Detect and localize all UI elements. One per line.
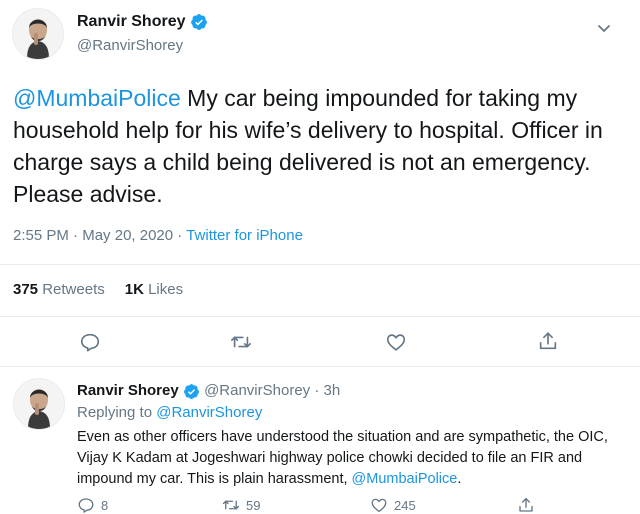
likes-stat[interactable]: 1K Likes bbox=[125, 281, 183, 298]
verified-badge-icon bbox=[183, 383, 199, 399]
reply-header: Ranvir Shorey @RanvirShorey · 3h bbox=[77, 382, 340, 400]
tweet-meta: 2:55 PM · May 20, 2020 · Twitter for iPh… bbox=[13, 227, 303, 244]
retweets-stat[interactable]: 375 Retweets bbox=[13, 281, 105, 298]
author-name[interactable]: Ranvir Shorey bbox=[77, 13, 208, 31]
reply-body: Even as other officers have understood t… bbox=[77, 429, 608, 487]
retweet-count: 59 bbox=[246, 497, 261, 513]
comment-icon[interactable] bbox=[79, 331, 101, 353]
divider bbox=[0, 366, 640, 367]
like-count: 245 bbox=[394, 497, 416, 513]
divider bbox=[0, 264, 640, 265]
retweets-count: 375 bbox=[13, 281, 39, 298]
mention-link[interactable]: @MumbaiPolice bbox=[13, 85, 181, 111]
replying-to-link[interactable]: @RanvirShorey bbox=[156, 404, 262, 421]
tweet-time[interactable]: 2:55 PM bbox=[13, 227, 69, 244]
reply-reply-button[interactable]: 8 bbox=[77, 496, 108, 514]
author-name-text[interactable]: Ranvir Shorey bbox=[77, 382, 179, 399]
mention-link[interactable]: @MumbaiPolice bbox=[352, 471, 458, 487]
replying-to: Replying to @RanvirShorey bbox=[77, 404, 262, 421]
author-handle[interactable]: @RanvirShorey bbox=[77, 37, 183, 54]
tweet-date[interactable]: May 20, 2020 bbox=[82, 227, 173, 244]
reply-share-button[interactable] bbox=[517, 496, 535, 514]
heart-icon[interactable] bbox=[385, 331, 407, 353]
retweets-label: Retweets bbox=[42, 281, 105, 298]
reply-text: Even as other officers have understood t… bbox=[77, 427, 633, 490]
tweet-source[interactable]: Twitter for iPhone bbox=[186, 227, 303, 244]
retweet-icon bbox=[222, 500, 240, 510]
reply-retweet-button[interactable]: 59 bbox=[222, 496, 260, 514]
meta-separator: · bbox=[73, 227, 79, 244]
tweet-text: @MumbaiPolice My car being impounded for… bbox=[13, 82, 623, 210]
tweet-stats: 375 Retweets 1K Likes bbox=[13, 281, 183, 298]
avatar[interactable] bbox=[13, 378, 65, 430]
chevron-down-icon[interactable] bbox=[596, 20, 612, 36]
author-name-text[interactable]: Ranvir Shorey bbox=[77, 13, 185, 30]
comment-icon bbox=[78, 498, 94, 513]
replying-label: Replying to bbox=[77, 404, 153, 421]
retweet-icon[interactable] bbox=[230, 331, 252, 353]
author-handle[interactable]: @RanvirShorey bbox=[204, 382, 310, 399]
heart-icon bbox=[371, 498, 387, 513]
verified-badge-icon bbox=[191, 14, 207, 30]
share-icon[interactable] bbox=[537, 330, 559, 352]
likes-count: 1K bbox=[124, 281, 144, 298]
divider bbox=[0, 316, 640, 317]
reply-body-end: . bbox=[457, 471, 462, 487]
share-icon bbox=[519, 497, 533, 512]
tweet-age[interactable]: · 3h bbox=[314, 382, 340, 399]
likes-label: Likes bbox=[148, 281, 184, 298]
avatar[interactable] bbox=[12, 8, 64, 60]
reply-like-button[interactable]: 245 bbox=[370, 496, 416, 514]
meta-separator: · bbox=[177, 227, 183, 244]
reply-count: 8 bbox=[101, 497, 109, 513]
